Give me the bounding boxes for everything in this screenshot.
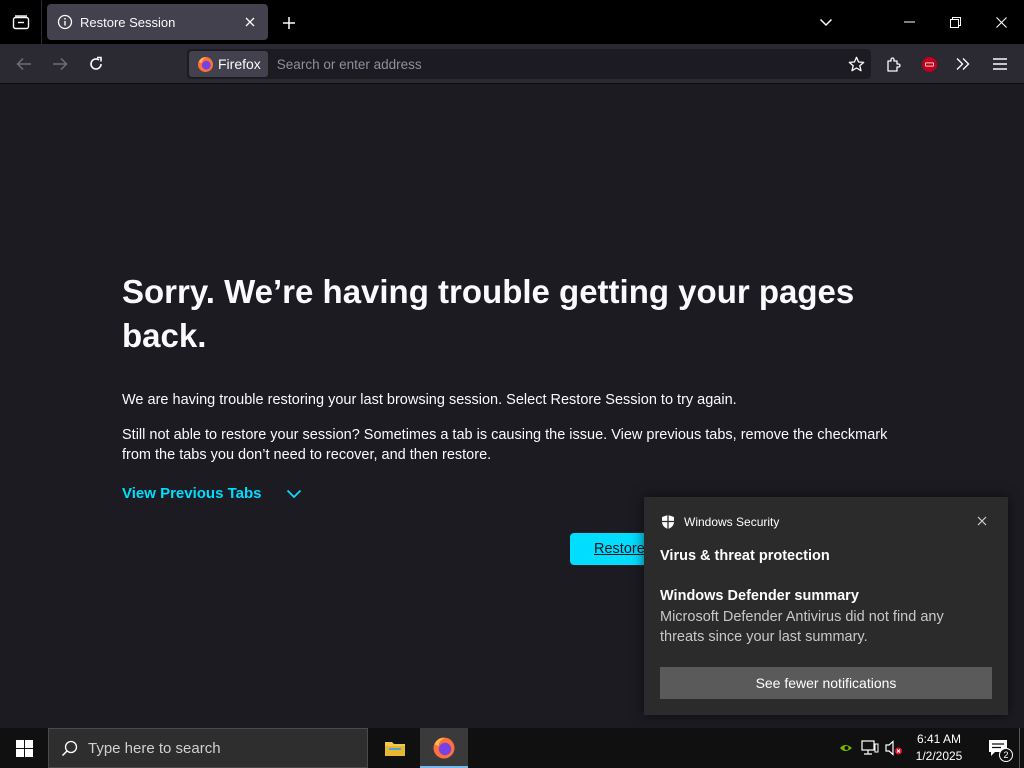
firefox-logo-icon bbox=[433, 737, 455, 759]
extensions-button[interactable] bbox=[878, 49, 908, 79]
plus-icon bbox=[283, 17, 295, 29]
notification-subtitle: Windows Defender summary bbox=[660, 588, 859, 604]
hamburger-menu-icon bbox=[993, 58, 1007, 70]
restore-window-button[interactable] bbox=[932, 0, 978, 44]
taskbar-search-placeholder: Type here to search bbox=[88, 739, 221, 757]
identity-box[interactable]: Firefox bbox=[189, 51, 268, 77]
minimize-button[interactable] bbox=[886, 0, 932, 44]
restore-description: We are having trouble restoring your las… bbox=[122, 392, 737, 408]
close-icon bbox=[995, 16, 1007, 28]
app-menu-button[interactable] bbox=[985, 49, 1015, 79]
ublock-shield-icon bbox=[921, 56, 937, 72]
taskbar: Type here to search 6:41 AM 1/2/2025 2 bbox=[0, 728, 1024, 768]
close-icon bbox=[977, 516, 987, 526]
tab-strip: Restore Session bbox=[0, 0, 1024, 44]
taskbar-clock[interactable]: 6:41 AM 1/2/2025 bbox=[905, 731, 973, 765]
firefox-logo-icon bbox=[198, 56, 213, 72]
firefox-view-icon bbox=[12, 15, 29, 30]
notification-header: Windows Security bbox=[660, 514, 779, 530]
overflow-menu-button[interactable] bbox=[948, 49, 978, 79]
volume-tray-icon[interactable] bbox=[884, 738, 904, 758]
taskbar-file-explorer[interactable] bbox=[371, 728, 419, 768]
double-chevron-right-icon bbox=[956, 58, 970, 70]
puzzle-piece-icon bbox=[886, 56, 901, 72]
tab-restore-session[interactable]: Restore Session bbox=[47, 4, 268, 40]
nvidia-tray-icon[interactable] bbox=[836, 738, 856, 758]
arrow-right-icon bbox=[53, 57, 68, 71]
back-button[interactable] bbox=[9, 49, 39, 79]
minimize-icon bbox=[903, 21, 915, 23]
show-desktop-button[interactable] bbox=[1019, 728, 1024, 768]
network-icon bbox=[861, 740, 879, 755]
navigation-toolbar: Firefox bbox=[0, 44, 1024, 84]
network-tray-icon[interactable] bbox=[860, 738, 880, 758]
view-previous-tabs-link[interactable]: View Previous Tabs bbox=[122, 485, 302, 502]
notification-app-name: Windows Security bbox=[684, 515, 780, 529]
notification-close-button[interactable] bbox=[974, 513, 990, 529]
folder-icon bbox=[385, 742, 405, 756]
restore-session-label: Restore bbox=[594, 541, 645, 557]
page-title: Sorry. We’re having trouble getting your… bbox=[122, 273, 855, 354]
firefox-view-button[interactable] bbox=[0, 0, 42, 44]
info-icon bbox=[57, 14, 73, 30]
arrow-left-icon bbox=[16, 57, 31, 71]
chevron-down-icon bbox=[819, 18, 833, 26]
notification-body: Microsoft Defender Antivirus did not fin… bbox=[660, 609, 944, 645]
see-fewer-notifications-button[interactable]: See fewer notifications bbox=[660, 667, 992, 699]
tab-close-button[interactable] bbox=[238, 10, 262, 34]
clock-date: 1/2/2025 bbox=[915, 749, 963, 763]
restore-help-text: Still not able to restore your session? … bbox=[122, 427, 888, 463]
clock-time: 6:41 AM bbox=[916, 732, 962, 746]
taskbar-search-box[interactable]: Type here to search bbox=[48, 728, 368, 768]
notification-title: Virus & threat protection bbox=[660, 548, 830, 564]
list-all-tabs-button[interactable] bbox=[812, 9, 840, 35]
chevron-down-icon bbox=[286, 489, 302, 499]
windows-logo-icon bbox=[15, 739, 33, 757]
restore-window-icon bbox=[949, 16, 961, 28]
ublock-origin-button[interactable] bbox=[914, 49, 944, 79]
taskbar-firefox[interactable] bbox=[420, 728, 468, 768]
forward-button[interactable] bbox=[45, 49, 75, 79]
identity-label: Firefox bbox=[218, 56, 261, 72]
view-previous-tabs-label: View Previous Tabs bbox=[122, 485, 262, 502]
start-button[interactable] bbox=[0, 728, 48, 768]
reload-icon bbox=[90, 56, 102, 70]
star-icon bbox=[848, 56, 864, 71]
reload-button[interactable] bbox=[81, 49, 111, 79]
notification-count-badge: 2 bbox=[999, 748, 1013, 762]
tab-title: Restore Session bbox=[80, 14, 176, 30]
close-icon bbox=[245, 17, 255, 27]
address-input[interactable] bbox=[267, 51, 841, 77]
bookmark-star-button[interactable] bbox=[841, 51, 871, 77]
windows-security-notification[interactable]: Windows Security Virus & threat protecti… bbox=[644, 497, 1008, 715]
url-bar: Firefox bbox=[187, 49, 871, 79]
nvidia-icon bbox=[840, 745, 852, 751]
windows-security-shield-icon bbox=[662, 515, 674, 529]
search-icon bbox=[61, 740, 78, 756]
action-center-button[interactable]: 2 bbox=[978, 728, 1018, 768]
new-tab-button[interactable] bbox=[276, 10, 302, 36]
close-window-button[interactable] bbox=[978, 0, 1024, 44]
speaker-muted-icon bbox=[885, 740, 902, 756]
